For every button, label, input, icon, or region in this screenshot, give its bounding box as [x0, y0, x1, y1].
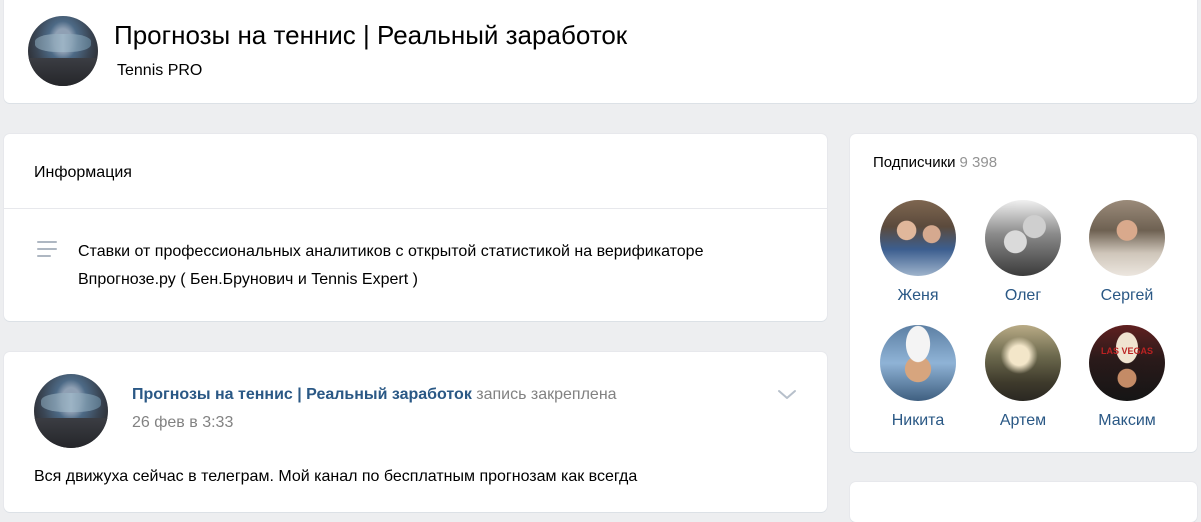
- next-card: [850, 482, 1197, 522]
- post-author-avatar[interactable]: [34, 374, 108, 448]
- avatar: LAS VEGAS: [1089, 325, 1165, 401]
- group-header-card: Прогнозы на теннис | Реальный заработок …: [4, 0, 1197, 103]
- subscribers-card: Подписчики 9 398 Женя Олег Сергей Никита …: [850, 134, 1197, 452]
- subscriber-item[interactable]: Олег: [973, 200, 1073, 305]
- pinned-post-card: Прогнозы на теннис | Реальный заработок …: [4, 352, 827, 512]
- subscriber-name: Олег: [1004, 287, 1042, 304]
- subscriber-name: Артем: [999, 412, 1047, 429]
- subscriber-item[interactable]: Сергей: [1077, 200, 1177, 305]
- post-text: Вся движуха сейчас в телеграм. Мой канал…: [34, 468, 638, 485]
- subscriber-item[interactable]: Женя: [868, 200, 968, 305]
- post-header: Прогнозы на теннис | Реальный заработок …: [132, 386, 617, 404]
- subscriber-name: Сергей: [1100, 287, 1154, 304]
- post-pinned-label: запись закреплена: [476, 386, 617, 403]
- avatar: [880, 200, 956, 276]
- page-subtitle: Tennis PRO: [117, 62, 203, 79]
- post-date[interactable]: 26 фев в 3:33: [132, 414, 233, 432]
- subscribers-label: Подписчики: [873, 154, 956, 171]
- subscriber-name: Женя: [897, 287, 939, 304]
- page-title: Прогнозы на теннис | Реальный заработок: [114, 20, 628, 50]
- subscriber-item[interactable]: Артем: [973, 325, 1073, 430]
- info-card: Информация Ставки от профессиональных ан…: [4, 134, 827, 321]
- description-icon: [37, 241, 57, 262]
- post-author-link[interactable]: Прогнозы на теннис | Реальный заработок: [132, 386, 472, 403]
- chevron-down-icon[interactable]: [776, 388, 798, 402]
- sign-text: LAS VEGAS: [1100, 346, 1154, 357]
- avatar: [1089, 200, 1165, 276]
- subscriber-name: Никита: [891, 412, 945, 429]
- avatar: [985, 325, 1061, 401]
- avatar: [985, 200, 1061, 276]
- subscriber-item[interactable]: Никита: [868, 325, 968, 430]
- group-avatar[interactable]: [28, 16, 98, 86]
- info-heading: Информация: [34, 164, 132, 181]
- group-description: Ставки от профессиональных аналитиков с …: [78, 243, 704, 288]
- subscriber-item[interactable]: LAS VEGAS Максим: [1077, 325, 1177, 430]
- divider: [4, 208, 827, 209]
- subscriber-name: Максим: [1098, 412, 1156, 429]
- avatar: [880, 325, 956, 401]
- subscribers-heading[interactable]: Подписчики 9 398: [873, 154, 997, 171]
- subscribers-count: 9 398: [959, 154, 998, 171]
